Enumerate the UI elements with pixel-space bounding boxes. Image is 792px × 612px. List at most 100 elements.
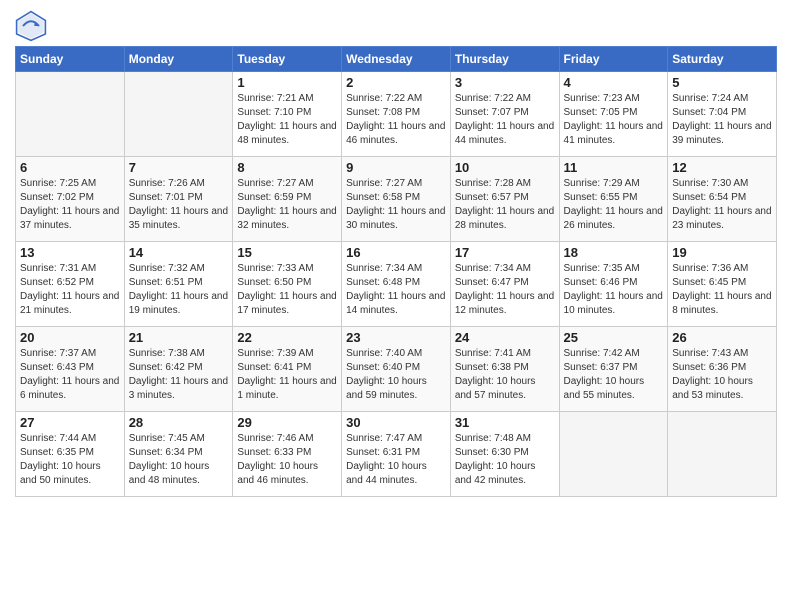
day-cell: 1Sunrise: 7:21 AM Sunset: 7:10 PM Daylig… bbox=[233, 72, 342, 157]
day-cell: 6 Sunrise: 7:25 AM Sunset: 7:02 PM Daylig… bbox=[16, 157, 125, 242]
day-info: Sunrise: 7:48 AM Sunset: 6:30 PM Dayligh… bbox=[455, 432, 555, 488]
day-info: Sunrise: 7:37 AM Sunset: 6:43 PM Dayligh… bbox=[20, 347, 120, 403]
day-number: 2 bbox=[346, 75, 446, 90]
day-cell: 18Sunrise: 7:35 AM Sunset: 6:46 PM Dayli… bbox=[559, 242, 668, 327]
day-info: Sunrise: 7:40 AM Sunset: 6:40 PM Dayligh… bbox=[346, 347, 446, 403]
day-header-friday: Friday bbox=[559, 47, 668, 72]
day-cell: 3 Sunrise: 7:22 AM Sunset: 7:07 PM Daylig… bbox=[450, 72, 559, 157]
day-number: 13 bbox=[20, 245, 120, 260]
day-cell: 28Sunrise: 7:45 AM Sunset: 6:34 PM Dayli… bbox=[124, 412, 233, 497]
day-number: 24 bbox=[455, 330, 555, 345]
day-header-saturday: Saturday bbox=[668, 47, 777, 72]
day-header-tuesday: Tuesday bbox=[233, 47, 342, 72]
day-info: Sunrise: 7:32 AM Sunset: 6:51 PM Dayligh… bbox=[129, 262, 229, 318]
day-cell: 10 Sunrise: 7:28 AM Sunset: 6:57 PM Dayli… bbox=[450, 157, 559, 242]
day-cell: 8 Sunrise: 7:27 AM Sunset: 6:59 PM Daylig… bbox=[233, 157, 342, 242]
day-number: 6 bbox=[20, 160, 120, 175]
day-info: Sunrise: 7:34 AM Sunset: 6:48 PM Dayligh… bbox=[346, 262, 446, 318]
day-cell: 15 Sunrise: 7:33 AM Sunset: 6:50 PM Dayli… bbox=[233, 242, 342, 327]
day-number: 20 bbox=[20, 330, 120, 345]
day-number: 7 bbox=[129, 160, 229, 175]
day-number: 4 bbox=[564, 75, 664, 90]
day-header-monday: Monday bbox=[124, 47, 233, 72]
day-info: Sunrise: 7:30 AM Sunset: 6:54 PM Dayligh… bbox=[672, 177, 772, 233]
day-number: 31 bbox=[455, 415, 555, 430]
day-cell: 2 Sunrise: 7:22 AM Sunset: 7:08 PM Daylig… bbox=[342, 72, 451, 157]
day-cell: 25 Sunrise: 7:42 AM Sunset: 6:37 PM Dayli… bbox=[559, 327, 668, 412]
day-info: Sunrise: 7:34 AM Sunset: 6:47 PM Dayligh… bbox=[455, 262, 555, 318]
day-number: 10 bbox=[455, 160, 555, 175]
week-row-4: 20 Sunrise: 7:37 AM Sunset: 6:43 PM Dayli… bbox=[16, 327, 777, 412]
day-cell: 26 Sunrise: 7:43 AM Sunset: 6:36 PM Dayli… bbox=[668, 327, 777, 412]
day-info: Sunrise: 7:43 AM Sunset: 6:36 PM Dayligh… bbox=[672, 347, 772, 403]
day-info: Sunrise: 7:22 AM Sunset: 7:07 PM Dayligh… bbox=[455, 92, 555, 148]
day-info: Sunrise: 7:45 AM Sunset: 6:34 PM Dayligh… bbox=[129, 432, 229, 488]
day-info: Sunrise: 7:33 AM Sunset: 6:50 PM Dayligh… bbox=[237, 262, 337, 318]
day-cell: 5 Sunrise: 7:24 AM Sunset: 7:04 PM Daylig… bbox=[668, 72, 777, 157]
day-info: Sunrise: 7:22 AM Sunset: 7:08 PM Dayligh… bbox=[346, 92, 446, 148]
day-number: 1 bbox=[237, 75, 337, 90]
header-row: SundayMondayTuesdayWednesdayThursdayFrid… bbox=[16, 47, 777, 72]
day-header-sunday: Sunday bbox=[16, 47, 125, 72]
week-row-2: 6 Sunrise: 7:25 AM Sunset: 7:02 PM Daylig… bbox=[16, 157, 777, 242]
day-info: Sunrise: 7:44 AM Sunset: 6:35 PM Dayligh… bbox=[20, 432, 120, 488]
day-cell: 9 Sunrise: 7:27 AM Sunset: 6:58 PM Daylig… bbox=[342, 157, 451, 242]
logo bbox=[15, 10, 51, 42]
day-info: Sunrise: 7:29 AM Sunset: 6:55 PM Dayligh… bbox=[564, 177, 664, 233]
day-number: 5 bbox=[672, 75, 772, 90]
day-number: 16 bbox=[346, 245, 446, 260]
week-row-3: 13Sunrise: 7:31 AM Sunset: 6:52 PM Dayli… bbox=[16, 242, 777, 327]
day-number: 29 bbox=[237, 415, 337, 430]
calendar-body: 1Sunrise: 7:21 AM Sunset: 7:10 PM Daylig… bbox=[16, 72, 777, 497]
day-info: Sunrise: 7:38 AM Sunset: 6:42 PM Dayligh… bbox=[129, 347, 229, 403]
day-cell bbox=[16, 72, 125, 157]
day-number: 27 bbox=[20, 415, 120, 430]
day-number: 8 bbox=[237, 160, 337, 175]
day-info: Sunrise: 7:25 AM Sunset: 7:02 PM Dayligh… bbox=[20, 177, 120, 233]
day-info: Sunrise: 7:27 AM Sunset: 6:58 PM Dayligh… bbox=[346, 177, 446, 233]
day-number: 21 bbox=[129, 330, 229, 345]
day-cell: 29Sunrise: 7:46 AM Sunset: 6:33 PM Dayli… bbox=[233, 412, 342, 497]
day-cell: 21 Sunrise: 7:38 AM Sunset: 6:42 PM Dayli… bbox=[124, 327, 233, 412]
day-cell: 16 Sunrise: 7:34 AM Sunset: 6:48 PM Dayli… bbox=[342, 242, 451, 327]
day-number: 30 bbox=[346, 415, 446, 430]
day-cell: 12 Sunrise: 7:30 AM Sunset: 6:54 PM Dayli… bbox=[668, 157, 777, 242]
day-info: Sunrise: 7:23 AM Sunset: 7:05 PM Dayligh… bbox=[564, 92, 664, 148]
day-cell: 22 Sunrise: 7:39 AM Sunset: 6:41 PM Dayli… bbox=[233, 327, 342, 412]
day-info: Sunrise: 7:27 AM Sunset: 6:59 PM Dayligh… bbox=[237, 177, 337, 233]
week-row-5: 27 Sunrise: 7:44 AM Sunset: 6:35 PM Dayli… bbox=[16, 412, 777, 497]
day-info: Sunrise: 7:47 AM Sunset: 6:31 PM Dayligh… bbox=[346, 432, 446, 488]
calendar-table: SundayMondayTuesdayWednesdayThursdayFrid… bbox=[15, 46, 777, 497]
day-header-wednesday: Wednesday bbox=[342, 47, 451, 72]
day-info: Sunrise: 7:41 AM Sunset: 6:38 PM Dayligh… bbox=[455, 347, 555, 403]
day-number: 15 bbox=[237, 245, 337, 260]
day-number: 14 bbox=[129, 245, 229, 260]
day-number: 18 bbox=[564, 245, 664, 260]
day-cell: 11 Sunrise: 7:29 AM Sunset: 6:55 PM Dayli… bbox=[559, 157, 668, 242]
day-cell: 31 Sunrise: 7:48 AM Sunset: 6:30 PM Dayli… bbox=[450, 412, 559, 497]
day-header-thursday: Thursday bbox=[450, 47, 559, 72]
day-cell: 7Sunrise: 7:26 AM Sunset: 7:01 PM Daylig… bbox=[124, 157, 233, 242]
day-cell bbox=[668, 412, 777, 497]
day-cell: 27 Sunrise: 7:44 AM Sunset: 6:35 PM Dayli… bbox=[16, 412, 125, 497]
day-number: 9 bbox=[346, 160, 446, 175]
day-number: 3 bbox=[455, 75, 555, 90]
header bbox=[15, 10, 777, 42]
day-info: Sunrise: 7:39 AM Sunset: 6:41 PM Dayligh… bbox=[237, 347, 337, 403]
day-number: 23 bbox=[346, 330, 446, 345]
day-info: Sunrise: 7:42 AM Sunset: 6:37 PM Dayligh… bbox=[564, 347, 664, 403]
day-number: 12 bbox=[672, 160, 772, 175]
day-info: Sunrise: 7:24 AM Sunset: 7:04 PM Dayligh… bbox=[672, 92, 772, 148]
day-cell bbox=[559, 412, 668, 497]
day-number: 25 bbox=[564, 330, 664, 345]
day-info: Sunrise: 7:36 AM Sunset: 6:45 PM Dayligh… bbox=[672, 262, 772, 318]
day-cell: 13Sunrise: 7:31 AM Sunset: 6:52 PM Dayli… bbox=[16, 242, 125, 327]
day-cell: 17Sunrise: 7:34 AM Sunset: 6:47 PM Dayli… bbox=[450, 242, 559, 327]
day-info: Sunrise: 7:28 AM Sunset: 6:57 PM Dayligh… bbox=[455, 177, 555, 233]
day-cell: 14 Sunrise: 7:32 AM Sunset: 6:51 PM Dayli… bbox=[124, 242, 233, 327]
day-cell: 20 Sunrise: 7:37 AM Sunset: 6:43 PM Dayli… bbox=[16, 327, 125, 412]
day-number: 26 bbox=[672, 330, 772, 345]
day-number: 11 bbox=[564, 160, 664, 175]
week-row-1: 1Sunrise: 7:21 AM Sunset: 7:10 PM Daylig… bbox=[16, 72, 777, 157]
day-number: 22 bbox=[237, 330, 337, 345]
